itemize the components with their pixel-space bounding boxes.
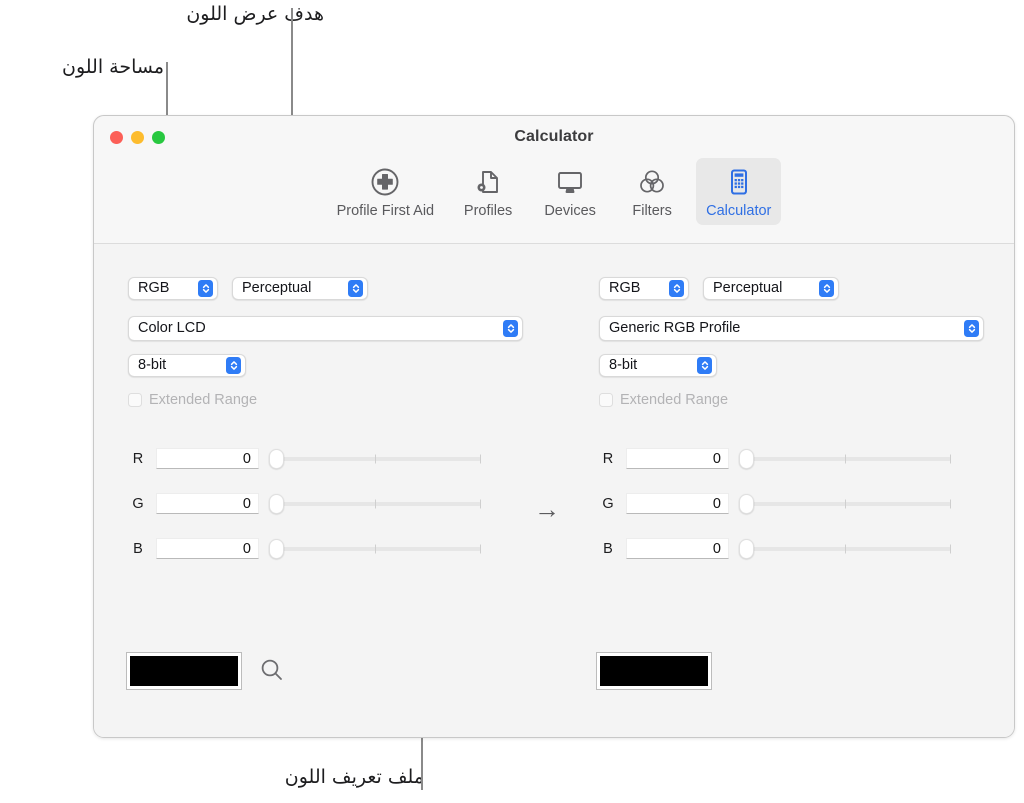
target-render-intent-value: Perceptual [713, 280, 783, 297]
source-channel-row-g: G 0 [130, 493, 481, 514]
chevron-updown-icon [198, 280, 213, 297]
slider-knob[interactable] [739, 538, 754, 559]
target-extended-range-checkbox[interactable] [599, 393, 613, 407]
target-channel-input-g[interactable]: 0 [626, 493, 729, 514]
chevron-updown-icon [697, 357, 712, 374]
target-channel-row-g: G 0 [600, 493, 951, 514]
source-channel-label-r: R [132, 450, 144, 467]
source-color-swatch[interactable] [126, 652, 242, 690]
callout-color-space-label: مساحة اللون [61, 56, 164, 78]
source-extended-range-checkbox[interactable] [128, 393, 142, 407]
target-channel-row-r: R 0 [600, 448, 951, 469]
target-channel-input-b[interactable]: 0 [626, 538, 729, 559]
toolbar-label: Calculator [706, 203, 772, 219]
slider-knob[interactable] [269, 448, 284, 469]
window-body: RGB Perceptual Color LCD 8-bit Extended … [94, 244, 1014, 737]
target-render-intent-popup[interactable]: Perceptual [703, 277, 839, 300]
chevron-updown-icon [669, 280, 684, 297]
toolbar-item-profile-first-aid[interactable]: Profile First Aid [327, 158, 445, 225]
profiles-icon [472, 165, 504, 199]
toolbar-item-devices[interactable]: Devices [532, 158, 608, 225]
toolbar-item-filters[interactable]: Filters [614, 158, 690, 225]
slider-knob[interactable] [269, 538, 284, 559]
toolbar: Profile First Aid Profiles Devices Filte… [94, 158, 1014, 225]
target-channel-label-r: R [602, 450, 614, 467]
source-channel-row-r: R 0 [130, 448, 481, 469]
source-render-intent-popup[interactable]: Perceptual [232, 277, 368, 300]
first-aid-icon [369, 165, 401, 199]
target-profile-value: Generic RGB Profile [609, 320, 741, 337]
devices-icon [554, 165, 586, 199]
target-channel-slider-r[interactable] [739, 448, 951, 469]
chevron-updown-icon [964, 320, 979, 337]
source-channel-row-b: B 0 [130, 538, 481, 559]
target-channel-label-b: B [603, 540, 613, 557]
toolbar-label: Devices [544, 203, 596, 219]
target-profile-popup[interactable]: Generic RGB Profile [599, 316, 984, 341]
source-channel-slider-r[interactable] [269, 448, 481, 469]
conversion-arrow-icon: → [534, 494, 560, 524]
target-color-swatch[interactable] [596, 652, 712, 690]
calculator-icon [724, 165, 754, 199]
toolbar-item-calculator[interactable]: Calculator [696, 158, 782, 225]
source-color-space-popup[interactable]: RGB [128, 277, 218, 300]
chevron-updown-icon [819, 280, 834, 297]
target-channel-row-b: B 0 [600, 538, 951, 559]
calculator-window: Calculator Profile First Aid Profiles De… [93, 115, 1015, 738]
source-profile-value: Color LCD [138, 320, 206, 337]
chevron-updown-icon [348, 280, 363, 297]
window-title: Calculator [514, 128, 594, 145]
target-channel-label-g: G [602, 495, 614, 512]
slider-knob[interactable] [269, 493, 284, 514]
target-color-space-value: RGB [609, 280, 641, 297]
callout-color-profile-label: ملف تعريف اللون [284, 766, 424, 788]
source-channel-slider-b[interactable] [269, 538, 481, 559]
source-channel-slider-g[interactable] [269, 493, 481, 514]
source-channel-input-r[interactable]: 0 [156, 448, 259, 469]
source-profile-popup[interactable]: Color LCD [128, 316, 523, 341]
target-channel-slider-g[interactable] [739, 493, 951, 514]
source-extended-range-row[interactable]: Extended Range [128, 392, 257, 408]
target-color-space-popup[interactable]: RGB [599, 277, 689, 300]
source-render-intent-value: Perceptual [242, 280, 312, 297]
source-channel-input-b[interactable]: 0 [156, 538, 259, 559]
target-channel-input-r[interactable]: 0 [626, 448, 729, 469]
source-extended-range-label: Extended Range [149, 392, 258, 408]
toolbar-label: Profile First Aid [336, 203, 435, 219]
target-extended-range-label: Extended Range [620, 392, 729, 408]
magnifier-icon[interactable] [258, 656, 286, 689]
source-channel-input-g[interactable]: 0 [156, 493, 259, 514]
target-bit-depth-popup[interactable]: 8-bit [599, 354, 717, 377]
toolbar-label: Filters [632, 203, 672, 219]
source-bit-depth-value: 8-bit [138, 357, 167, 374]
callout-render-intent-label: هدف عرض اللون [186, 3, 324, 25]
target-bit-depth-value: 8-bit [609, 357, 638, 374]
source-color-space-value: RGB [138, 280, 170, 297]
window-titlebar: Calculator Profile First Aid Profiles De… [94, 116, 1014, 244]
target-channel-slider-b[interactable] [739, 538, 951, 559]
source-channel-label-g: G [132, 495, 144, 512]
filters-icon [636, 165, 668, 199]
target-extended-range-row[interactable]: Extended Range [599, 392, 728, 408]
slider-knob[interactable] [739, 493, 754, 514]
source-channel-label-b: B [133, 540, 143, 557]
chevron-updown-icon [226, 357, 241, 374]
toolbar-label: Profiles [463, 203, 513, 219]
chevron-updown-icon [503, 320, 518, 337]
source-bit-depth-popup[interactable]: 8-bit [128, 354, 246, 377]
toolbar-item-profiles[interactable]: Profiles [450, 158, 526, 225]
slider-knob[interactable] [739, 448, 754, 469]
